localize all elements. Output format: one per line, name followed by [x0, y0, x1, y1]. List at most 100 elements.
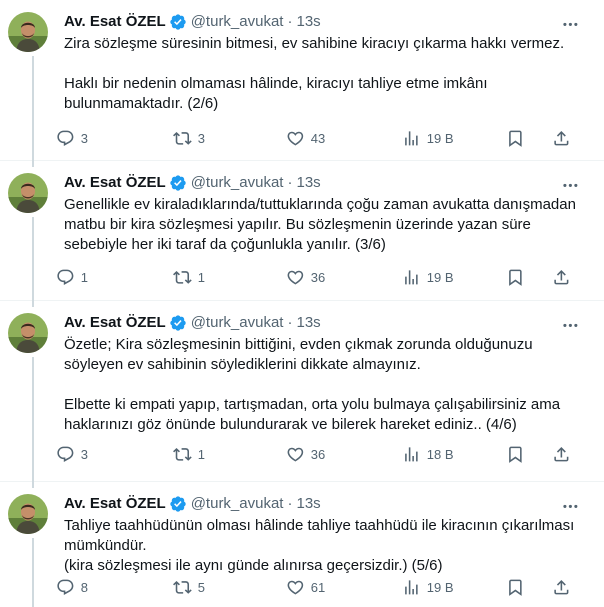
bookmark-button[interactable]: [506, 129, 525, 148]
retweet-button[interactable]: 3: [173, 129, 205, 148]
views-button[interactable]: 18 B: [402, 445, 454, 464]
tweet-header: Av. Esat ÖZEL @turk_avukat · 13s: [64, 12, 588, 32]
share-icon: [552, 129, 571, 148]
avatar[interactable]: [8, 173, 48, 213]
tweet-header: Av. Esat ÖZEL @turk_avukat · 13s: [64, 173, 588, 193]
verified-badge-icon: [169, 314, 187, 332]
like-count: 36: [310, 446, 326, 462]
timestamp[interactable]: 13s: [296, 494, 320, 514]
author-handle[interactable]: @turk_avukat: [191, 494, 284, 514]
thread-connector: [32, 482, 34, 488]
views-count: 19 B: [426, 130, 454, 146]
retweet-icon: [173, 578, 192, 597]
reply-count: 3: [80, 446, 88, 462]
share-icon: [552, 445, 571, 464]
separator: ·: [287, 314, 293, 331]
retweet-icon: [173, 445, 192, 464]
tweet-text: Zira sözleşme süresinin bitmesi, ev sahi…: [64, 35, 565, 112]
avatar[interactable]: [8, 12, 48, 52]
separator: ·: [287, 495, 293, 512]
retweet-button[interactable]: 1: [173, 445, 205, 464]
like-button[interactable]: 36: [286, 445, 325, 464]
avatar[interactable]: [8, 494, 48, 534]
share-button[interactable]: [552, 129, 571, 148]
like-button[interactable]: 43: [286, 129, 325, 148]
thread-connector: [32, 538, 34, 607]
separator: ·: [287, 13, 293, 30]
share-button[interactable]: [552, 445, 571, 464]
share-button[interactable]: [552, 268, 571, 287]
views-button[interactable]: 19 B: [402, 268, 454, 287]
like-count: 36: [310, 269, 326, 285]
author-name[interactable]: Av. Esat ÖZEL: [64, 494, 166, 514]
reply-button[interactable]: 3: [56, 129, 88, 148]
thread-connector: [32, 357, 34, 482]
author-name[interactable]: Av. Esat ÖZEL: [64, 313, 166, 333]
reply-icon: [56, 129, 75, 148]
author-handle[interactable]: @turk_avukat: [191, 313, 284, 333]
reply-button[interactable]: 1: [56, 268, 88, 287]
bookmark-button[interactable]: [506, 268, 525, 287]
reply-count: 8: [80, 579, 88, 595]
heart-icon: [286, 445, 305, 464]
views-icon: [402, 445, 421, 464]
tweet-actions: 8 5 61 19 B: [56, 577, 592, 597]
views-icon: [402, 578, 421, 597]
bookmark-button[interactable]: [506, 445, 525, 464]
views-button[interactable]: 19 B: [402, 129, 454, 148]
retweet-button[interactable]: 1: [173, 268, 205, 287]
timestamp[interactable]: 13s: [296, 12, 320, 32]
more-icon[interactable]: [560, 496, 580, 516]
reply-button[interactable]: 8: [56, 578, 88, 597]
retweet-icon: [173, 129, 192, 148]
author-handle[interactable]: @turk_avukat: [191, 173, 284, 193]
views-count: 19 B: [426, 269, 454, 285]
tweet[interactable]: Av. Esat ÖZEL @turk_avukat · 13s Genelli…: [0, 161, 604, 301]
avatar[interactable]: [8, 313, 48, 353]
like-button[interactable]: 61: [286, 578, 325, 597]
views-count: 19 B: [426, 579, 454, 595]
share-icon: [552, 268, 571, 287]
author-name[interactable]: Av. Esat ÖZEL: [64, 12, 166, 32]
tweet[interactable]: Av. Esat ÖZEL @turk_avukat · 13s Tahliye…: [0, 482, 604, 607]
bookmark-button[interactable]: [506, 578, 525, 597]
reply-count: 1: [80, 269, 88, 285]
bookmark-icon: [506, 268, 525, 287]
retweet-count: 1: [197, 269, 205, 285]
tweet[interactable]: Av. Esat ÖZEL @turk_avukat · 13s Özetle;…: [0, 301, 604, 482]
like-button[interactable]: 36: [286, 268, 325, 287]
tweet[interactable]: Av. Esat ÖZEL @turk_avukat · 13s Zira sö…: [0, 0, 604, 161]
thread-connector: [32, 56, 34, 161]
thread-connector: [32, 217, 34, 301]
views-button[interactable]: 19 B: [402, 578, 454, 597]
more-icon[interactable]: [560, 315, 580, 335]
more-icon[interactable]: [560, 175, 580, 195]
heart-icon: [286, 578, 305, 597]
reply-icon: [56, 578, 75, 597]
thread-feed: Av. Esat ÖZEL @turk_avukat · 13s Zira sö…: [0, 0, 604, 607]
reply-icon: [56, 445, 75, 464]
like-count: 61: [310, 579, 326, 595]
bookmark-icon: [506, 445, 525, 464]
retweet-count: 1: [197, 446, 205, 462]
views-icon: [402, 129, 421, 148]
bookmark-icon: [506, 578, 525, 597]
share-button[interactable]: [552, 578, 571, 597]
thread-connector: [32, 301, 34, 307]
author-name[interactable]: Av. Esat ÖZEL: [64, 173, 166, 193]
timestamp[interactable]: 13s: [296, 313, 320, 333]
reply-button[interactable]: 3: [56, 445, 88, 464]
like-count: 43: [310, 130, 326, 146]
verified-badge-icon: [169, 174, 187, 192]
reply-icon: [56, 268, 75, 287]
tweet-header: Av. Esat ÖZEL @turk_avukat · 13s: [64, 313, 588, 333]
heart-icon: [286, 129, 305, 148]
timestamp[interactable]: 13s: [296, 173, 320, 193]
retweet-button[interactable]: 5: [173, 578, 205, 597]
author-handle[interactable]: @turk_avukat: [191, 12, 284, 32]
tweet-header: Av. Esat ÖZEL @turk_avukat · 13s: [64, 494, 588, 514]
more-icon[interactable]: [560, 14, 580, 34]
heart-icon: [286, 268, 305, 287]
tweet-text: Özetle; Kira sözleşmesinin bittiğini, ev…: [64, 336, 561, 433]
verified-badge-icon: [169, 495, 187, 513]
